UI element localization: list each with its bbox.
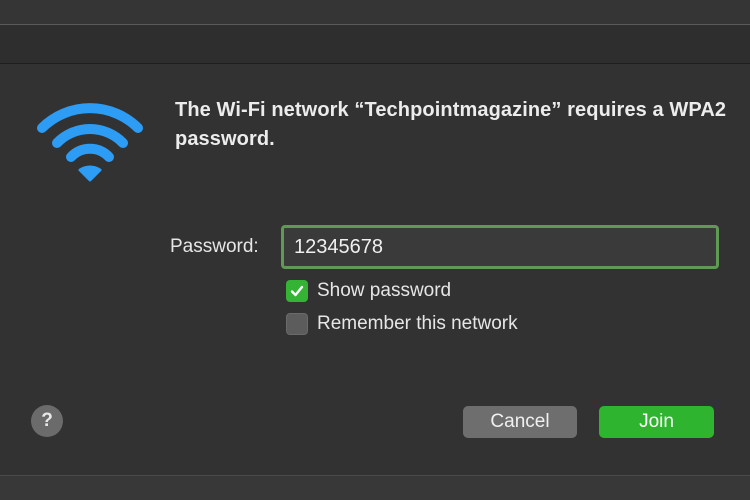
checkbox-unchecked[interactable] <box>286 313 308 335</box>
wifi-arc-middle <box>52 124 128 148</box>
join-button[interactable]: Join <box>599 406 714 438</box>
wifi-icon <box>37 103 143 182</box>
wifi-dot <box>78 165 102 182</box>
dialog-message: The Wi-Fi network “Techpointmagazine” re… <box>175 99 727 150</box>
dialog-titlebar <box>0 25 750 64</box>
background-window-bottom <box>0 476 750 500</box>
show-password-label: Show password <box>317 280 452 301</box>
checkbox-checked[interactable] <box>286 280 308 302</box>
question-mark-icon: ? <box>41 410 53 431</box>
background-window-top <box>0 0 750 24</box>
cancel-button[interactable]: Cancel <box>463 406 577 438</box>
password-field[interactable] <box>281 225 719 269</box>
remember-network-checkbox[interactable]: Remember this network <box>286 311 518 337</box>
password-label: Password: <box>170 236 259 257</box>
checkmark-icon <box>290 285 304 297</box>
show-password-checkbox[interactable]: Show password <box>286 278 451 304</box>
remember-network-label: Remember this network <box>317 313 518 334</box>
help-button[interactable]: ? <box>31 405 63 437</box>
wifi-arc-inner <box>66 143 114 162</box>
